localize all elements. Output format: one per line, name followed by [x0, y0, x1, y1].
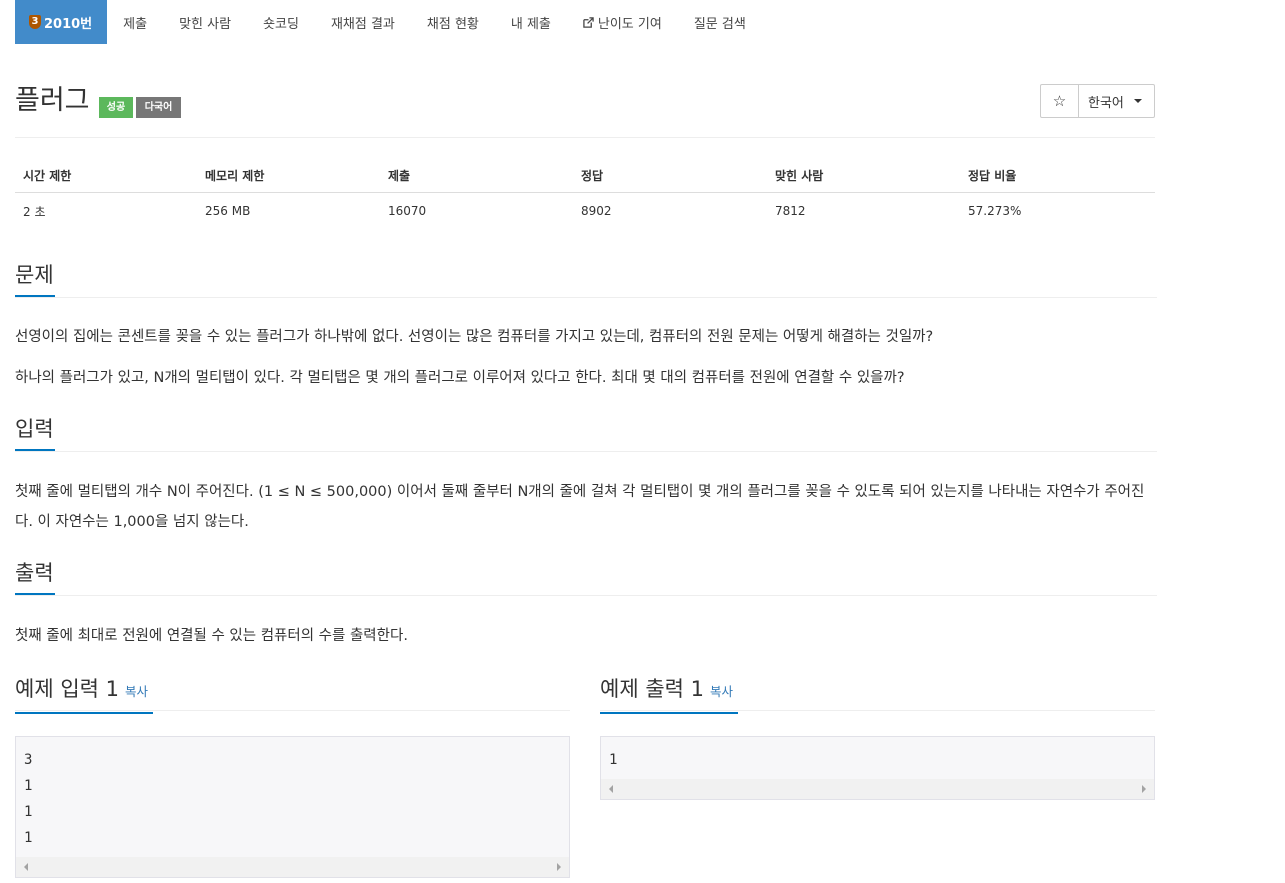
- sample-output-heading: 예제 출력 1 복사: [600, 675, 738, 714]
- sample-input-heading: 예제 입력 1 복사: [15, 675, 153, 714]
- section-divider: [15, 451, 1157, 452]
- copy-sample-output-button[interactable]: 복사: [710, 684, 733, 699]
- info-time-limit: 2 초: [23, 204, 46, 219]
- title-divider: [15, 137, 1155, 138]
- sample-input-box[interactable]: 3 1 1 1: [15, 736, 570, 878]
- section-divider: [15, 710, 570, 711]
- nav-difficulty-contribution[interactable]: 난이도 기여: [567, 0, 678, 44]
- info-accepted: 8902: [581, 204, 612, 219]
- nav-problem-number[interactable]: 3 2010번: [15, 0, 108, 44]
- info-header-row: 시간 제한 메모리 제한 제출 정답 맞힌 사람 정답 비율: [15, 160, 1155, 193]
- language-label: 한국어: [1088, 95, 1124, 111]
- output-heading-text: 출력: [15, 561, 54, 585]
- info-accept-ratio: 57.273%: [968, 204, 1022, 219]
- section-divider: [600, 710, 1155, 711]
- info-header-solved-users: 맞힌 사람: [767, 160, 960, 193]
- problem-info-table: 시간 제한 메모리 제한 제출 정답 맞힌 사람 정답 비율 2 초 256 M…: [15, 160, 1155, 230]
- problem-title: 플러그: [15, 85, 90, 116]
- nav-submit[interactable]: 제출: [107, 0, 163, 44]
- status-badge-success: 성공: [99, 97, 133, 118]
- heading-underline: [600, 712, 738, 714]
- favorite-button[interactable]: ☆: [1041, 85, 1079, 117]
- input-heading-text: 입력: [15, 417, 54, 441]
- star-icon: ☆: [1052, 92, 1067, 110]
- output-description: 첫째 줄에 최대로 전원에 연결될 수 있는 컴퓨터의 수를 출력한다.: [15, 628, 408, 644]
- difficulty-contribution-label: 난이도 기여: [597, 16, 662, 32]
- tier-badge-icon: 3: [29, 15, 41, 29]
- problem-number-label: 2010번: [44, 16, 93, 32]
- section-divider: [15, 297, 1157, 298]
- copy-sample-input-button[interactable]: 복사: [125, 684, 148, 699]
- problem-section-heading: 문제: [15, 261, 55, 297]
- section-divider: [15, 595, 1157, 596]
- scroll-left-icon[interactable]: [24, 863, 28, 871]
- nav-rejudge-results[interactable]: 재채점 결과: [315, 0, 411, 44]
- info-memory-limit: 256 MB: [205, 204, 251, 219]
- external-link-icon: [583, 16, 594, 28]
- caret-down-icon: [1133, 99, 1142, 103]
- sample-output-heading-text: 예제 출력 1: [600, 677, 704, 701]
- horizontal-scrollbar[interactable]: [601, 779, 1154, 799]
- problem-description-1: 선영이의 집에는 콘센트를 꽂을 수 있는 플러그가 하나밖에 없다. 선영이는…: [15, 329, 934, 345]
- info-header-accept-ratio: 정답 비율: [960, 160, 1155, 193]
- nav-solved-users[interactable]: 맞힌 사람: [163, 0, 247, 44]
- output-section-heading: 출력: [15, 559, 55, 595]
- info-submissions: 16070: [388, 204, 427, 219]
- horizontal-scrollbar[interactable]: [16, 857, 569, 877]
- input-section-heading: 입력: [15, 415, 55, 451]
- problem-nav: 3 2010번 제출 맞힌 사람 숏코딩 재채점 결과 채점 현황 내 제출 난…: [15, 0, 762, 44]
- heading-underline: [15, 712, 153, 714]
- info-header-time-limit: 시간 제한: [15, 160, 197, 193]
- info-header-memory-limit: 메모리 제한: [197, 160, 380, 193]
- scroll-right-icon[interactable]: [1142, 785, 1146, 793]
- nav-my-submissions[interactable]: 내 제출: [495, 0, 567, 44]
- language-dropdown[interactable]: 한국어: [1079, 85, 1154, 117]
- input-description: 첫째 줄에 멀티탭의 개수 N이 주어진다. (1 ≤ N ≤ 500,000)…: [15, 484, 1145, 530]
- nav-question-search[interactable]: 질문 검색: [678, 0, 762, 44]
- sample-output-data: 1: [609, 752, 618, 768]
- problem-heading-text: 문제: [15, 263, 54, 287]
- info-solved-users: 7812: [775, 204, 806, 219]
- sample-input-data: 3 1 1 1: [24, 752, 33, 846]
- nav-short-coding[interactable]: 숏코딩: [247, 0, 315, 44]
- problem-header: 플러그 성공 다국어 ☆ 한국어: [15, 84, 1155, 120]
- sample-input-heading-text: 예제 입력 1: [15, 677, 119, 701]
- nav-status[interactable]: 채점 현황: [411, 0, 495, 44]
- problem-description-2: 하나의 플러그가 있고, N개의 멀티탭이 있다. 각 멀티탭은 몇 개의 플러…: [15, 370, 905, 386]
- header-button-group: ☆ 한국어: [1040, 84, 1155, 118]
- info-header-accepted: 정답: [573, 160, 767, 193]
- scroll-right-icon[interactable]: [557, 863, 561, 871]
- info-header-submissions: 제출: [380, 160, 573, 193]
- status-badge-multilang[interactable]: 다국어: [136, 97, 181, 118]
- scroll-left-icon[interactable]: [609, 785, 613, 793]
- info-value-row: 2 초 256 MB 16070 8902 7812 57.273%: [15, 192, 1155, 230]
- sample-output-box[interactable]: 1: [600, 736, 1155, 800]
